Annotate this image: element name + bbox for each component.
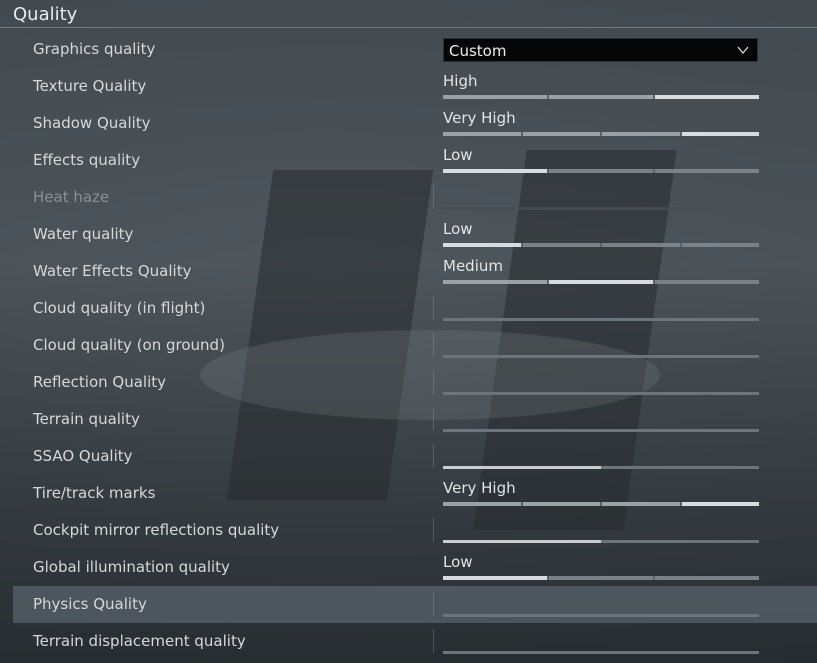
setting-row[interactable]: Global illumination quality Low xyxy=(13,549,817,586)
setting-slider[interactable] xyxy=(443,502,759,506)
setting-slider[interactable] xyxy=(443,318,759,321)
setting-slider[interactable] xyxy=(443,466,759,469)
setting-slider[interactable] xyxy=(443,540,759,543)
setting-label: Graphics quality xyxy=(33,40,156,58)
slider-segment xyxy=(549,95,653,99)
chevron-down-icon xyxy=(737,46,749,55)
column-divider xyxy=(433,370,434,394)
setting-row[interactable]: Physics Quality xyxy=(13,586,817,623)
slider-segment xyxy=(522,243,600,247)
setting-row[interactable]: Cockpit mirror reflections quality xyxy=(13,512,817,549)
slider-segment xyxy=(443,95,547,99)
slider-segment xyxy=(602,502,680,506)
setting-value: Medium xyxy=(443,257,503,275)
column-divider xyxy=(433,185,434,209)
slider-segment xyxy=(602,132,680,136)
column-divider xyxy=(433,518,434,542)
slider-segment xyxy=(681,502,759,506)
slider-segment xyxy=(681,132,759,136)
slider-segment xyxy=(522,502,600,506)
setting-slider[interactable] xyxy=(443,132,759,136)
column-divider xyxy=(433,407,434,431)
dropdown-selected-value: Custom xyxy=(449,42,507,60)
setting-row[interactable]: Terrain displacement quality xyxy=(13,623,817,660)
setting-value: Low xyxy=(443,553,473,571)
setting-label: Terrain quality xyxy=(33,410,140,428)
slider-segment xyxy=(681,243,759,247)
slider-segment xyxy=(549,576,653,580)
slider-segment xyxy=(443,502,521,506)
setting-row[interactable]: SSAO Quality xyxy=(13,438,817,475)
setting-row[interactable]: Texture Quality High xyxy=(13,68,817,105)
setting-value: Low xyxy=(443,146,473,164)
slider-segment xyxy=(443,132,521,136)
setting-slider[interactable] xyxy=(443,576,759,580)
slider-segment xyxy=(549,280,653,284)
setting-row[interactable]: Reflection Quality xyxy=(13,364,817,401)
setting-slider[interactable] xyxy=(443,95,759,99)
slider-segment xyxy=(549,169,653,173)
setting-row[interactable]: Effects quality Low xyxy=(13,142,817,179)
setting-value: Very High xyxy=(443,109,516,127)
column-divider xyxy=(433,592,434,616)
setting-label: SSAO Quality xyxy=(33,447,133,465)
column-divider xyxy=(433,296,434,320)
setting-slider[interactable] xyxy=(443,355,759,358)
setting-label: Water quality xyxy=(33,225,134,243)
setting-row[interactable]: Terrain quality xyxy=(13,401,817,438)
setting-label: Reflection Quality xyxy=(33,373,167,391)
column-divider xyxy=(433,333,434,357)
slider-fill xyxy=(443,466,601,469)
section-title: Quality xyxy=(13,4,78,25)
slider-segment xyxy=(443,576,547,580)
setting-label: Water Effects Quality xyxy=(33,262,192,280)
slider-segment xyxy=(655,95,759,99)
setting-slider[interactable] xyxy=(443,429,759,432)
slider-segment xyxy=(443,169,547,173)
slider-segment xyxy=(443,280,547,284)
setting-label: Effects quality xyxy=(33,151,141,169)
column-divider xyxy=(433,629,434,653)
setting-row[interactable]: Cloud quality (on ground) xyxy=(13,327,817,364)
setting-label: Tire/track marks xyxy=(33,484,156,502)
setting-row: Heat haze xyxy=(13,179,817,216)
setting-label: Shadow Quality xyxy=(33,114,151,132)
setting-label: Texture Quality xyxy=(33,77,147,95)
setting-value: Low xyxy=(443,220,473,238)
setting-row[interactable]: Shadow Quality Very High xyxy=(13,105,817,142)
setting-label: Cloud quality (on ground) xyxy=(33,336,225,354)
setting-slider[interactable] xyxy=(443,169,759,173)
setting-label: Cloud quality (in flight) xyxy=(33,299,206,317)
setting-slider[interactable] xyxy=(443,651,759,654)
setting-row[interactable]: Water Effects Quality Medium xyxy=(13,253,817,290)
setting-label: Heat haze xyxy=(33,188,110,206)
setting-slider[interactable] xyxy=(443,614,759,617)
setting-slider[interactable] xyxy=(443,392,759,395)
setting-value: Very High xyxy=(443,479,516,497)
slider-segment xyxy=(522,132,600,136)
setting-label: Cockpit mirror reflections quality xyxy=(33,521,280,539)
section-divider xyxy=(0,27,817,28)
slider-fill xyxy=(443,540,601,543)
setting-value: High xyxy=(443,72,478,90)
setting-label: Physics Quality xyxy=(33,595,147,613)
graphics-quality-dropdown[interactable]: Custom xyxy=(443,38,758,62)
slider-segment xyxy=(655,576,759,580)
setting-slider xyxy=(443,207,759,210)
slider-segment xyxy=(655,169,759,173)
setting-row[interactable]: Tire/track marks Very High xyxy=(13,475,817,512)
slider-segment xyxy=(443,243,521,247)
column-divider xyxy=(433,444,434,468)
setting-slider[interactable] xyxy=(443,243,759,247)
setting-label: Terrain displacement quality xyxy=(33,632,246,650)
setting-label: Global illumination quality xyxy=(33,558,230,576)
setting-row[interactable]: Cloud quality (in flight) xyxy=(13,290,817,327)
slider-segment xyxy=(655,280,759,284)
slider-segment xyxy=(602,243,680,247)
setting-row[interactable]: Water quality Low xyxy=(13,216,817,253)
setting-slider[interactable] xyxy=(443,280,759,284)
